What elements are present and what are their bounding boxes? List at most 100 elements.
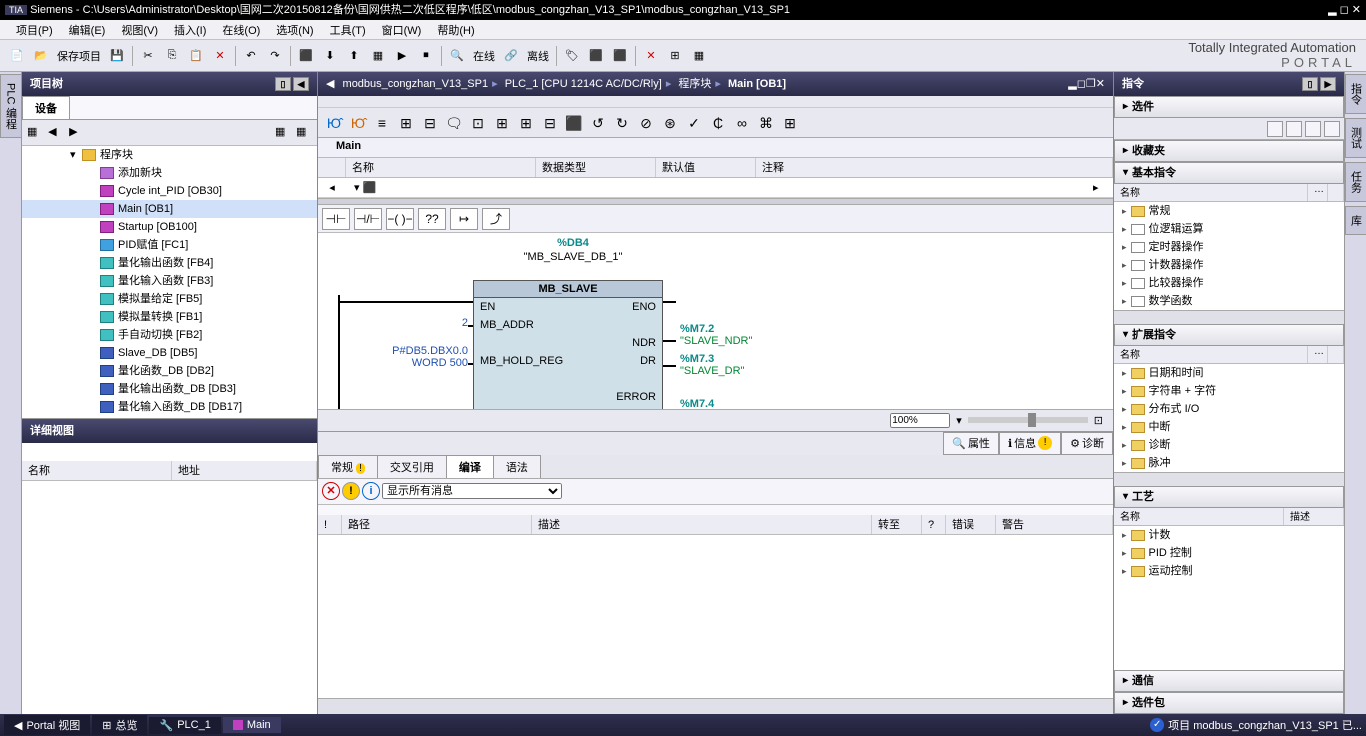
info-tab[interactable]: ℹ信息! [999, 432, 1061, 455]
ed-tool-icon[interactable]: ⊞ [516, 113, 536, 133]
instruction-item[interactable]: 日期和时间 [1114, 364, 1344, 382]
sim-icon[interactable]: ▦ [367, 45, 389, 67]
instr-tool-icon[interactable] [1324, 121, 1340, 137]
instruction-item[interactable]: 脉冲 [1114, 454, 1344, 472]
lad-coil-icon[interactable]: −( )− [386, 208, 414, 230]
favorites-section[interactable]: 收藏夹 [1114, 140, 1344, 162]
instr-tool-icon[interactable] [1267, 121, 1283, 137]
detail-col-name[interactable]: 名称 [22, 461, 172, 480]
comm-section[interactable]: 通信 [1114, 670, 1344, 692]
undo-icon[interactable]: ↶ [240, 45, 262, 67]
warning-filter-icon[interactable]: ! [342, 482, 360, 500]
side-tab-instructions[interactable]: 指令 [1345, 74, 1366, 114]
menu-insert[interactable]: 插入(I) [166, 20, 214, 39]
ed-tool-icon[interactable]: ⬛ [564, 113, 584, 133]
ed-tool-icon[interactable]: ⊡ [468, 113, 488, 133]
window-controls[interactable]: ▂ ◻ ✕ [1328, 0, 1361, 20]
menu-options[interactable]: 选项(N) [268, 20, 321, 39]
zoom-slider[interactable] [968, 417, 1088, 423]
save-icon[interactable]: 💾 [106, 45, 128, 67]
detail-col-addr[interactable]: 地址 [172, 461, 317, 480]
optpkg-section[interactable]: 选件包 [1114, 692, 1344, 714]
fwd-icon[interactable]: ▶ [68, 124, 86, 142]
tree-item[interactable]: Main [OB1] [22, 200, 317, 218]
tree-item[interactable]: 量化函数_DB [DB2] [22, 362, 317, 380]
ed-tool-icon[interactable]: ⊞ [396, 113, 416, 133]
start-icon[interactable]: ▶ [391, 45, 413, 67]
instruction-item[interactable]: 常规 [1114, 202, 1344, 220]
general-tab[interactable]: 常规 ! [318, 455, 378, 478]
project-tree[interactable]: ▾程序块添加新块Cycle int_PID [OB30]Main [OB1]St… [22, 146, 317, 419]
portal-view-button[interactable]: ◀ Portal 视图 [4, 715, 90, 735]
ed-tool-icon[interactable]: ⊘ [636, 113, 656, 133]
split-icon[interactable]: ⊞ [664, 45, 686, 67]
tree-item[interactable]: ▾程序块 [22, 146, 317, 164]
ed-tool-icon[interactable]: ⊛ [660, 113, 680, 133]
tree-item[interactable]: 量化输出函数 [FB4] [22, 254, 317, 272]
fb-box[interactable]: MB_SLAVE ENENO MB_ADDR NDR MB_HOLD_REGDR… [473, 280, 663, 409]
force-icon[interactable]: ⬛ [585, 45, 607, 67]
instruction-item[interactable]: 诊断 [1114, 436, 1344, 454]
cut-icon[interactable]: ✂ [137, 45, 159, 67]
ed-tool-icon[interactable]: ↻ [612, 113, 632, 133]
tree-item[interactable]: 量化输入函数_DB [DB17] [22, 398, 317, 416]
lad-contact-icon[interactable]: ⊣⊢ [322, 208, 350, 230]
menu-online[interactable]: 在线(O) [214, 20, 268, 39]
instruction-item[interactable]: 分布式 I/O [1114, 400, 1344, 418]
tree-tool-1-icon[interactable]: ▦ [26, 124, 44, 142]
plc-button[interactable]: 🔧 PLC_1 [149, 717, 220, 734]
ed-tool-icon[interactable]: Ю̂ [348, 113, 368, 133]
tree-item[interactable]: Cycle int_PID [OB30] [22, 182, 317, 200]
properties-tab[interactable]: 🔍属性 [943, 432, 999, 455]
tree-tool-3-icon[interactable]: ▦ [295, 124, 313, 142]
close-icon[interactable]: ✕ [640, 45, 662, 67]
back-icon[interactable]: ◀ [47, 124, 65, 142]
ed-tool-icon[interactable]: Ю̂ [324, 113, 344, 133]
menu-view[interactable]: 视图(V) [113, 20, 166, 39]
instruction-item[interactable]: 比较器操作 [1114, 274, 1344, 292]
side-tab-tasks[interactable]: 任务 [1345, 162, 1366, 202]
zoom-dropdown-icon[interactable]: ▾ [956, 414, 962, 427]
stop-icon[interactable]: ⏹ [415, 45, 437, 67]
instruction-item[interactable]: PID 控制 [1114, 544, 1344, 562]
ed-tool-icon[interactable]: 🗨 [444, 113, 464, 133]
instruction-item[interactable]: 运动控制 [1114, 562, 1344, 580]
watch-icon[interactable]: ⬛ [609, 45, 631, 67]
tree-tool-2-icon[interactable]: ▦ [274, 124, 292, 142]
goonline-label[interactable]: 在线 [473, 48, 495, 64]
editor-restore-icon[interactable]: ❐ [1086, 78, 1096, 90]
lad-branch-icon[interactable]: ↦ [450, 208, 478, 230]
tree-item[interactable]: Slave_DB [DB5] [22, 344, 317, 362]
menu-tools[interactable]: 工具(T) [322, 20, 374, 39]
instruction-item[interactable]: 定时器操作 [1114, 238, 1344, 256]
collapse-right-icon[interactable]: ▶ [1320, 77, 1336, 91]
devices-tab[interactable]: 设备 [22, 96, 70, 119]
menu-project[interactable]: 项目(P) [8, 20, 61, 39]
open-project-icon[interactable]: 📂 [30, 45, 52, 67]
gooffline-label[interactable]: 离线 [527, 48, 549, 64]
save-label[interactable]: 保存项目 [57, 48, 101, 64]
tree-item[interactable]: 模拟量转换 [FB1] [22, 308, 317, 326]
instruction-item[interactable]: 数学函数 [1114, 292, 1344, 310]
tech-section[interactable]: 工艺 [1114, 486, 1344, 508]
pin-icon[interactable]: ▯ [1302, 77, 1318, 91]
ed-tool-icon[interactable]: ⊟ [540, 113, 560, 133]
lad-ncontact-icon[interactable]: ⊣/⊢ [354, 208, 382, 230]
lad-close-icon[interactable]: ⤴ [482, 208, 510, 230]
zoom-input[interactable] [890, 413, 950, 428]
menu-edit[interactable]: 编辑(E) [61, 20, 114, 39]
splitter[interactable] [318, 198, 1113, 205]
tree-item[interactable]: Startup [OB100] [22, 218, 317, 236]
error-filter-icon[interactable]: ✕ [322, 482, 340, 500]
redo-icon[interactable]: ↷ [264, 45, 286, 67]
side-tab-test[interactable]: 测试 [1345, 118, 1366, 158]
download-icon[interactable]: ⬇ [319, 45, 341, 67]
ed-tool-icon[interactable]: ₵ [708, 113, 728, 133]
ed-tool-icon[interactable]: ⊞ [780, 113, 800, 133]
info-filter-icon[interactable]: i [362, 482, 380, 500]
instr-tool-icon[interactable] [1286, 121, 1302, 137]
collapse-left-icon[interactable]: ◀ [293, 77, 309, 91]
ed-tool-icon[interactable]: ≡ [372, 113, 392, 133]
tree-item[interactable]: PID赋值 [FC1] [22, 236, 317, 254]
message-body[interactable] [318, 535, 1113, 699]
